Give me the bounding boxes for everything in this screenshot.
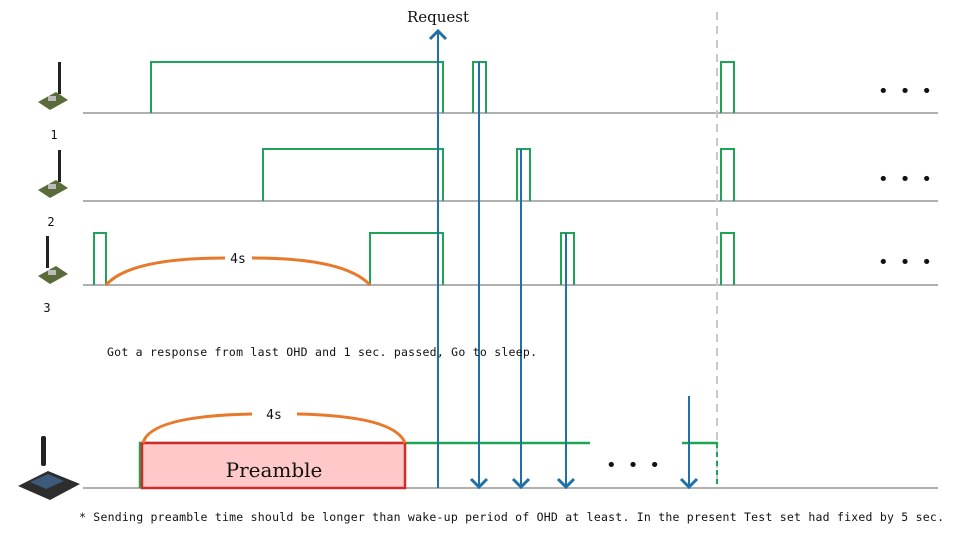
arrows — [428, 28, 699, 490]
node-icons — [18, 62, 80, 500]
sensor-node-icon — [38, 62, 68, 110]
request-label: Request — [407, 8, 469, 26]
preamble-label: Preamble — [226, 458, 323, 482]
diagram-canvas: 1 2 3 Request 4s 4s Preamble Got a respo… — [18, 8, 944, 524]
timing-diagram: 1 2 3 Request 4s 4s Preamble Got a respo… — [0, 0, 955, 534]
duration-label-top: 4s — [230, 252, 246, 267]
footnote: * Sending preamble time should be longer… — [79, 510, 944, 524]
ellipsis-node-3: • • • — [878, 252, 932, 273]
node-label-3: 3 — [43, 301, 50, 315]
baselines — [83, 112, 938, 489]
signal-node-2 — [262, 148, 735, 201]
signal-node-1 — [150, 61, 735, 113]
sleep-note: Got a response from last OHD and 1 sec. … — [107, 345, 537, 359]
ellipsis-node-2: • • • — [878, 169, 932, 190]
duration-label-bottom: 4s — [266, 408, 282, 423]
signals — [93, 61, 735, 488]
ellipsis-sender: • • • — [606, 455, 660, 476]
sensor-node-icon — [38, 150, 68, 198]
node-label-1: 1 — [50, 128, 57, 142]
ellipsis-node-1: • • • — [878, 81, 932, 102]
sensor-node-icon — [38, 236, 68, 284]
sender-board-icon — [18, 436, 80, 500]
node-label-2: 2 — [47, 215, 54, 229]
